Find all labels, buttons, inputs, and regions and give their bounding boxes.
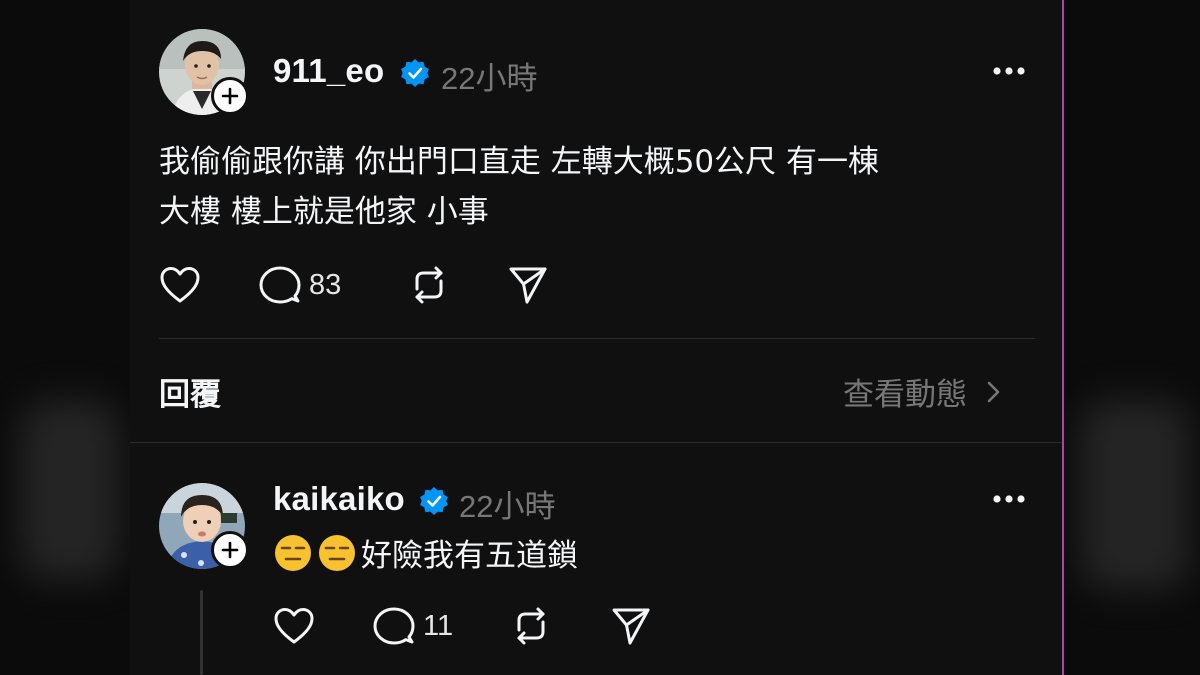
reply-username[interactable]: kaikaiko — [273, 480, 405, 518]
post-text-line-2: 大樓 樓上就是他家 小事 — [159, 194, 489, 230]
thread-connector-line — [200, 590, 203, 675]
plus-icon — [221, 541, 239, 559]
repost-icon — [415, 266, 443, 304]
divider — [130, 442, 1063, 443]
post-timestamp: 22小時 — [441, 61, 538, 96]
repost-icon — [517, 607, 545, 645]
heart-icon — [160, 267, 200, 303]
follow-button[interactable] — [211, 77, 249, 115]
divider — [159, 338, 1035, 339]
comment-count: 11 — [423, 609, 454, 642]
comment-icon — [259, 266, 301, 304]
like-button[interactable] — [159, 265, 201, 305]
share-button[interactable] — [610, 606, 652, 646]
send-icon — [509, 267, 547, 304]
replies-heading: 回覆 — [159, 377, 221, 413]
chevron-right-icon — [987, 381, 1000, 402]
heart-icon — [274, 608, 314, 644]
reply-text: 好險我有五道鎖 — [273, 533, 578, 578]
comment-button[interactable]: 83 — [259, 265, 341, 305]
comment-button[interactable]: 11 — [373, 606, 453, 646]
more-options-icon[interactable] — [992, 494, 1026, 504]
view-activity-label: 查看動態 — [843, 377, 967, 413]
verified-badge-icon — [420, 487, 448, 515]
verified-badge-icon — [401, 59, 429, 87]
view-activity-link[interactable]: 查看動態 — [843, 369, 1005, 414]
expressionless-face-icon — [275, 535, 311, 571]
screen-edge — [1062, 0, 1064, 675]
comment-count: 83 — [309, 268, 342, 301]
like-button[interactable] — [273, 606, 315, 646]
post-text-line-1: 我偷偷跟你講 你出門口直走 左轉大概50公尺 有一棟 — [159, 144, 880, 180]
repost-button[interactable] — [510, 606, 552, 646]
repost-button[interactable] — [408, 265, 450, 305]
share-button[interactable] — [507, 265, 549, 305]
thread-panel: 911_eo 22小時 我偷偷跟你講 你出門口直走 左轉大概50公尺 有一棟 大… — [130, 0, 1063, 675]
reply-timestamp: 22小時 — [459, 489, 556, 524]
reply-text-body: 好險我有五道鎖 — [361, 538, 578, 574]
expressionless-face-icon — [319, 535, 355, 571]
comment-icon — [373, 607, 415, 645]
more-options-icon[interactable] — [992, 66, 1026, 76]
follow-button[interactable] — [211, 531, 249, 569]
plus-icon — [221, 87, 239, 105]
send-icon — [612, 608, 650, 645]
post-username[interactable]: 911_eo — [273, 52, 384, 90]
